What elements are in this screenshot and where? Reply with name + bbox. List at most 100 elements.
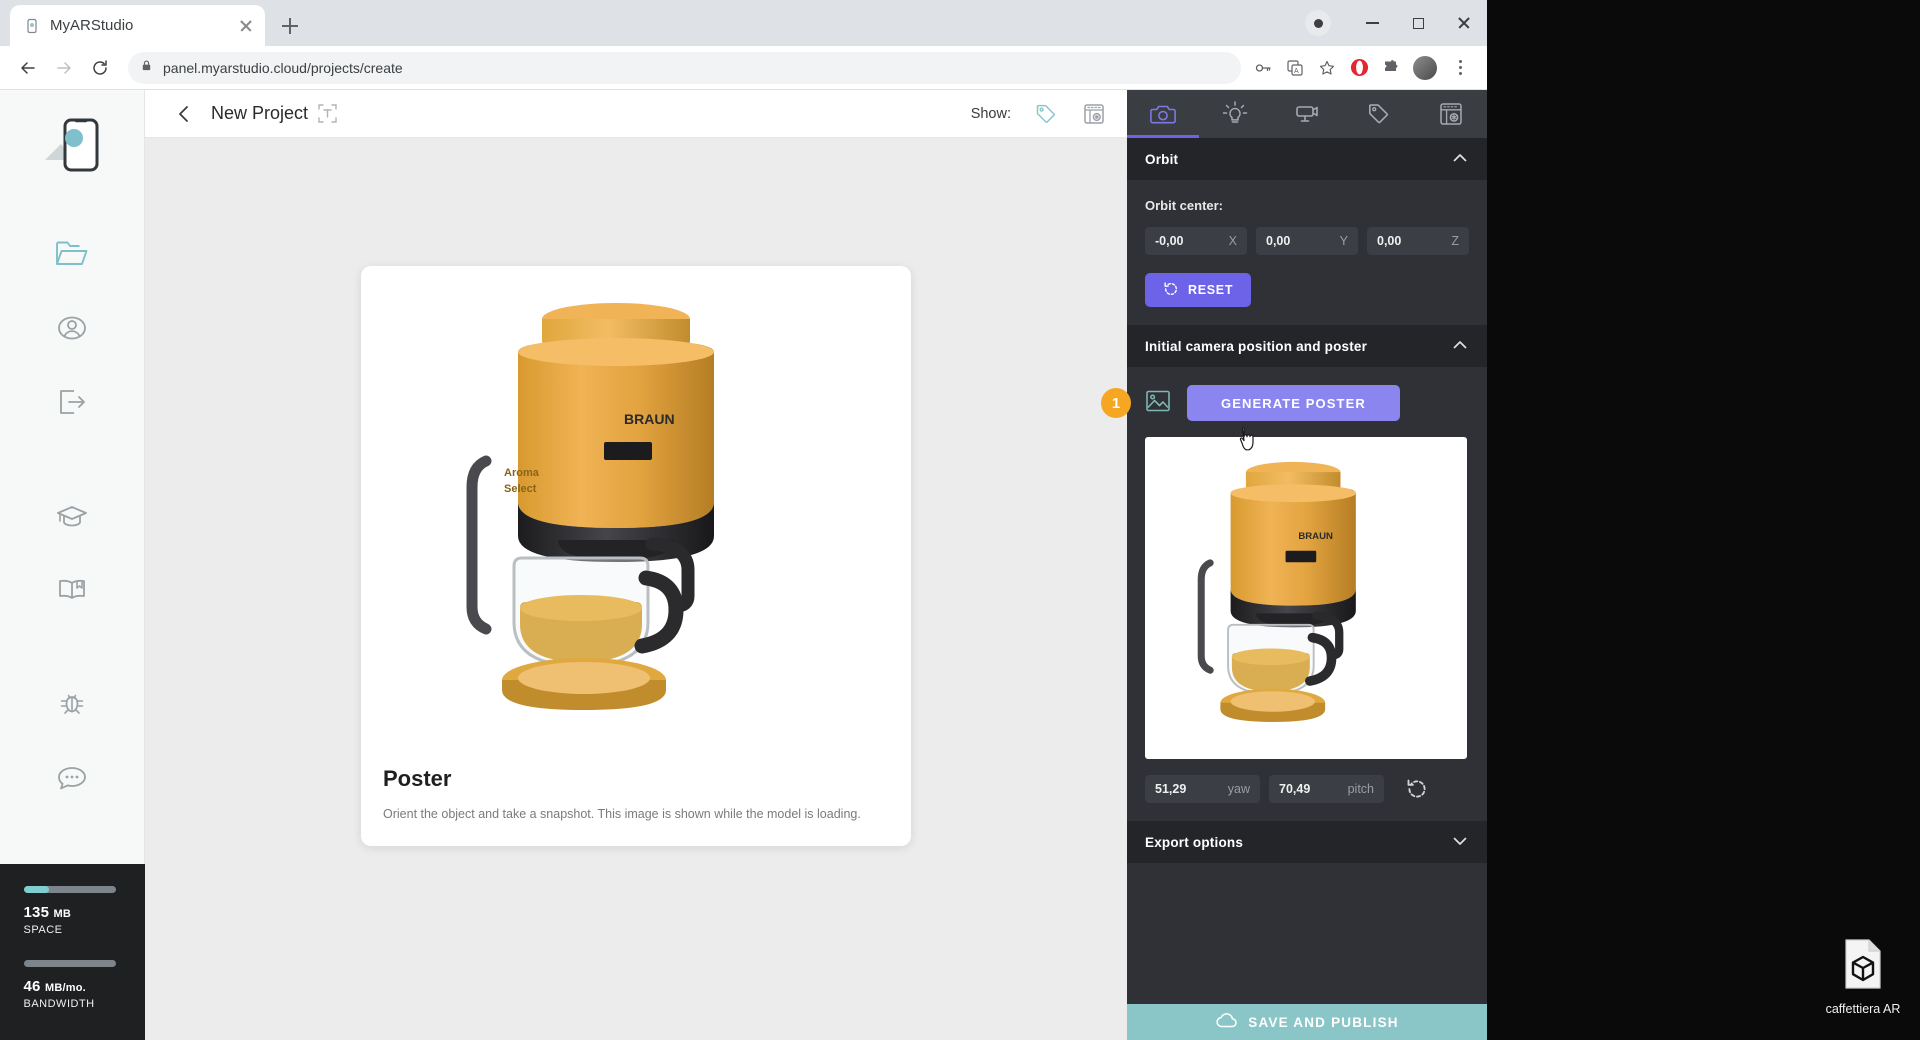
chevron-down-icon[interactable] bbox=[1451, 832, 1469, 853]
user-circle-icon bbox=[58, 316, 86, 340]
space-value: 135 bbox=[23, 904, 50, 921]
orbit-y-value: 0,00 bbox=[1266, 234, 1291, 248]
orbit-x-value: -0,00 bbox=[1155, 234, 1184, 248]
yaw-input[interactable]: 51,29 yaw bbox=[1145, 775, 1260, 803]
logout-icon bbox=[60, 390, 85, 414]
orbit-x-input[interactable]: -0,00 X bbox=[1145, 227, 1247, 255]
section-title-initial-camera: Initial camera position and poster bbox=[1145, 338, 1368, 354]
poster-card-text: Poster Orient the object and take a snap… bbox=[361, 766, 911, 824]
record-dot-icon[interactable] bbox=[1305, 10, 1331, 36]
tab-tags[interactable] bbox=[1343, 90, 1415, 138]
close-icon[interactable] bbox=[237, 17, 255, 35]
page-title: New Project bbox=[211, 103, 309, 123]
poster-title: Poster bbox=[383, 766, 452, 791]
camera-angle-row: 51,29 yaw 70,49 pitch bbox=[1145, 775, 1469, 803]
bandwidth-progress-bar bbox=[23, 960, 116, 967]
sidebar-item-report-bug[interactable] bbox=[43, 675, 101, 733]
orbit-center-fields: -0,00 X 0,00 Y 0,00 Z bbox=[1145, 227, 1469, 255]
model-viewport[interactable]: BRAUN Aroma Select bbox=[361, 266, 911, 766]
poster-preview[interactable]: BRAUN bbox=[1145, 437, 1467, 759]
bandwidth-value: 46 bbox=[23, 978, 41, 995]
sidebar-item-projects[interactable] bbox=[43, 225, 101, 283]
orbit-z-unit: Z bbox=[1451, 234, 1459, 248]
3d-file-icon bbox=[1841, 938, 1885, 995]
address-bar-url: panel.myarstudio.cloud/projects/create bbox=[163, 59, 403, 76]
sidebar-item-account[interactable] bbox=[43, 299, 101, 357]
editor-header-actions: Show: bbox=[971, 101, 1107, 127]
opera-icon[interactable] bbox=[1349, 58, 1369, 78]
orbit-y-input[interactable]: 0,00 Y bbox=[1256, 227, 1358, 255]
section-header-export[interactable]: Export options bbox=[1127, 821, 1487, 863]
orbit-z-value: 0,00 bbox=[1377, 234, 1402, 248]
light-bulb-icon bbox=[1222, 101, 1248, 123]
quota-space: 135 MB SPACE bbox=[23, 886, 121, 936]
chevron-up-icon[interactable] bbox=[1451, 336, 1469, 357]
rotate-ccw-icon bbox=[1407, 779, 1426, 798]
section-header-orbit[interactable]: Orbit bbox=[1127, 138, 1487, 180]
tag-icon[interactable] bbox=[1033, 101, 1059, 127]
tab-lighting[interactable] bbox=[1199, 90, 1271, 138]
translate-icon[interactable]: A bbox=[1285, 58, 1305, 78]
maximize-button[interactable] bbox=[1395, 3, 1441, 43]
window-close-button[interactable] bbox=[1441, 3, 1487, 43]
coffee-maker-3d-model: BRAUN bbox=[1197, 461, 1356, 722]
desktop-shortcut-label: caffettiera AR bbox=[1825, 1002, 1901, 1016]
profile-avatar-icon[interactable] bbox=[1413, 55, 1437, 80]
sidebar-item-feedback[interactable] bbox=[43, 749, 101, 807]
sidebar-item-logout[interactable] bbox=[43, 373, 101, 431]
tab-camera[interactable] bbox=[1127, 90, 1199, 138]
save-and-publish-button[interactable]: SAVE AND PUBLISH bbox=[1127, 1004, 1487, 1040]
star-icon[interactable] bbox=[1317, 58, 1337, 78]
scene-layers-icon bbox=[1440, 103, 1462, 125]
yaw-value: 51,29 bbox=[1155, 782, 1187, 796]
editor-header: New Project Show: bbox=[145, 90, 1127, 138]
orbit-z-input[interactable]: 0,00 Z bbox=[1367, 227, 1469, 255]
text-edit-icon[interactable] bbox=[318, 104, 337, 123]
tab-scene[interactable] bbox=[1415, 90, 1487, 138]
section-body-orbit: Orbit center: -0,00 X 0,00 Y 0,00 Z RESE… bbox=[1127, 180, 1487, 325]
sidebar-item-academy[interactable] bbox=[43, 487, 101, 545]
key-icon[interactable] bbox=[1253, 58, 1273, 78]
panel-tab-bar bbox=[1127, 90, 1487, 138]
extensions-icon[interactable] bbox=[1381, 58, 1401, 78]
pitch-value: 70,49 bbox=[1279, 782, 1311, 796]
camera-icon bbox=[1150, 105, 1176, 124]
chevron-left-icon[interactable] bbox=[169, 99, 199, 129]
chevron-up-icon[interactable] bbox=[1451, 149, 1469, 170]
browser-tab-strip: MyARStudio bbox=[0, 0, 1487, 46]
browser-tab[interactable]: MyARStudio bbox=[10, 5, 265, 46]
reload-icon[interactable] bbox=[84, 52, 116, 84]
scene-layers-icon[interactable] bbox=[1081, 101, 1107, 127]
yaw-unit: yaw bbox=[1227, 782, 1250, 796]
kebab-menu-icon[interactable] bbox=[1449, 57, 1471, 79]
bandwidth-label: BANDWIDTH bbox=[23, 998, 95, 1010]
poster-card: BRAUN Aroma Select Poster Orient the obj… bbox=[361, 266, 911, 846]
address-bar[interactable]: panel.myarstudio.cloud/projects/create bbox=[128, 51, 1241, 84]
sidebar-item-docs[interactable] bbox=[43, 561, 101, 619]
space-unit: MB bbox=[53, 908, 72, 920]
reset-orbit-button[interactable]: RESET bbox=[1145, 273, 1252, 307]
quota-bandwidth: 46 MB/mo. BANDWIDTH bbox=[23, 960, 121, 1010]
orbit-y-unit: Y bbox=[1339, 234, 1348, 248]
section-body-initial-camera: 1 GENERATE POSTER BRAUN 51,29 yaw 70,49 … bbox=[1101, 367, 1487, 821]
generate-poster-button[interactable]: GENERATE POSTER bbox=[1187, 385, 1400, 421]
lock-icon bbox=[140, 59, 153, 77]
editor-canvas[interactable]: BRAUN Aroma Select Poster Orient the obj… bbox=[145, 138, 1127, 1040]
ar-phone-logo-icon[interactable] bbox=[39, 114, 105, 181]
back-arrow-icon[interactable] bbox=[12, 52, 44, 84]
cloud-upload-icon bbox=[1215, 1012, 1238, 1033]
app-favicon-icon bbox=[24, 18, 40, 34]
browser-toolbar-icons: A bbox=[1253, 55, 1475, 80]
desktop-shortcut-caffettiera-ar[interactable]: caffettiera AR bbox=[1815, 938, 1911, 1016]
bandwidth-unit: MB/mo. bbox=[44, 982, 86, 994]
minimize-button[interactable] bbox=[1349, 3, 1395, 43]
window-controls bbox=[1305, 0, 1487, 46]
reset-angles-button[interactable] bbox=[1405, 777, 1429, 801]
new-tab-button[interactable] bbox=[273, 9, 307, 43]
pitch-input[interactable]: 70,49 pitch bbox=[1269, 775, 1384, 803]
forward-arrow-icon[interactable] bbox=[48, 52, 80, 84]
desktop: MyARStudio panel.myarstudio.cloud/projec… bbox=[0, 0, 1920, 1040]
tab-projection[interactable] bbox=[1271, 90, 1343, 138]
image-picker-icon[interactable] bbox=[1145, 388, 1171, 419]
section-header-initial-camera[interactable]: Initial camera position and poster bbox=[1127, 325, 1487, 367]
